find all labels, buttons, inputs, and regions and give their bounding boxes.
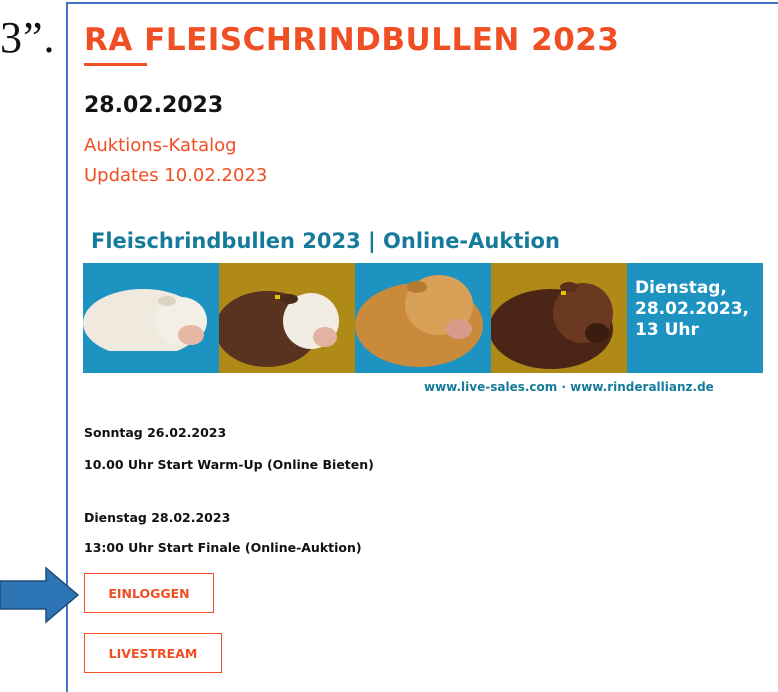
clipped-caption-text: 3”. — [0, 13, 56, 62]
banner-date: 28.02.2023, — [635, 299, 750, 319]
schedule-day-2: Dienstag 28.02.2023 — [84, 510, 231, 525]
auction-banner[interactable]: Dienstag, 28.02.2023, 13 Uhr — [83, 263, 763, 373]
bull-photo-hereford — [219, 263, 355, 373]
banner-time: 13 Uhr — [635, 320, 699, 340]
banner-day: Dienstag, — [635, 278, 727, 298]
bull-photo-white — [83, 263, 219, 373]
login-button[interactable]: EINLOGGEN — [84, 573, 214, 613]
auction-date: 28.02.2023 — [84, 93, 224, 118]
bull-photo-limousin — [355, 263, 491, 373]
banner-url: www.live-sales.com · www.rinderallianz.d… — [424, 380, 714, 394]
updates-link[interactable]: Updates 10.02.2023 — [84, 165, 267, 186]
catalog-link[interactable]: Auktions-Katalog — [84, 135, 237, 156]
livestream-button[interactable]: LIVESTREAM — [84, 633, 222, 673]
banner-heading: Fleischrindbullen 2023 | Online-Auktion — [91, 229, 560, 253]
schedule-event-1: 10.00 Uhr Start Warm-Up (Online Bieten) — [84, 457, 374, 472]
page-title: RA FLEISCHRINDBULLEN 2023 — [84, 22, 620, 58]
pointer-arrow-icon — [0, 566, 80, 624]
title-underline — [84, 63, 147, 66]
bull-photo-dark — [491, 263, 627, 373]
banner-date-panel: Dienstag, 28.02.2023, 13 Uhr — [627, 263, 763, 373]
schedule-day-1: Sonntag 26.02.2023 — [84, 425, 227, 440]
schedule-event-2: 13:00 Uhr Start Finale (Online-Auktion) — [84, 540, 362, 555]
